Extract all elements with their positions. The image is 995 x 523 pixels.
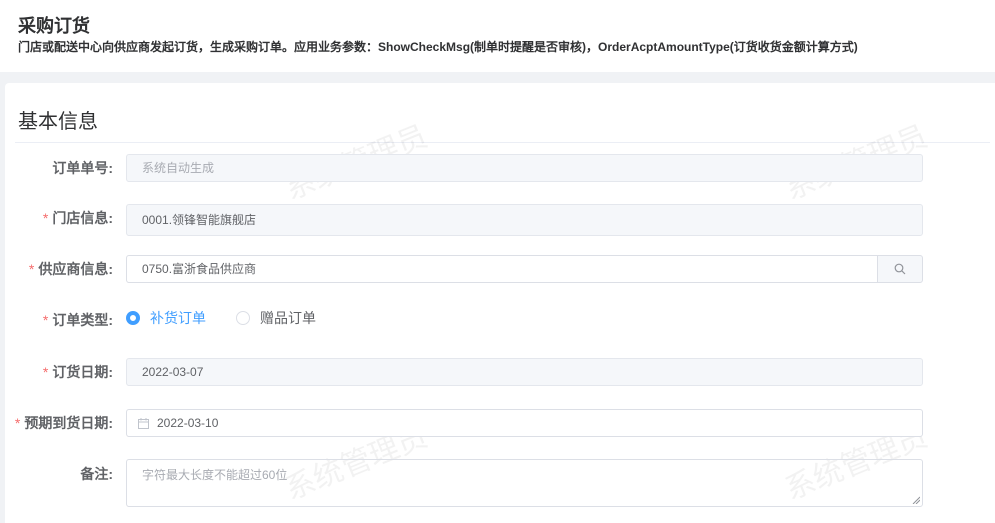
store-input[interactable]: 0001.领锋智能旗舰店 [126,204,923,236]
expected-date-value: 2022-03-10 [157,416,219,430]
page-header: 采购订货 门店或配送中心向供应商发起订货，生成采购订单。应用业务参数：ShowC… [0,0,995,72]
expected-date-label: * 预期到货日期: [14,415,113,431]
section-title: 基本信息 [18,111,98,133]
resize-handle-icon[interactable] [912,496,920,504]
store-value: 0001.领锋智能旗舰店 [142,213,257,227]
order-no-label: 订单单号: [52,160,113,176]
remark-textarea[interactable]: 字符最大长度不能超过60位 [126,459,923,507]
radio-label: 赠品订单 [260,310,316,326]
required-mark: * [42,210,49,226]
order-no-input[interactable]: 系统自动生成 [126,154,923,182]
radio-unchecked-icon [236,311,250,325]
order-no-placeholder: 系统自动生成 [142,161,215,175]
radio-gift-order[interactable]: 赠品订单 [236,308,316,328]
page-description: 门店或配送中心向供应商发起订货，生成采购订单。应用业务参数：ShowCheckM… [18,40,858,54]
supplier-value: 0750.富浙食品供应商 [142,262,257,276]
search-icon [894,263,906,275]
required-mark: * [28,261,35,277]
calendar-icon [138,417,149,429]
radio-label: 补货订单 [150,310,206,326]
remark-placeholder: 字符最大长度不能超过60位 [142,468,288,482]
remark-label: 备注: [80,466,113,482]
order-date-input[interactable]: 2022-03-07 [126,358,923,386]
required-mark: * [14,415,21,431]
radio-checked-icon [126,311,140,325]
order-date-label: * 订货日期: [42,364,113,380]
order-date-value: 2022-03-07 [142,365,204,379]
store-label: * 门店信息: [42,210,113,226]
supplier-search-button[interactable] [877,255,923,283]
order-type-label: * 订单类型: [42,312,113,328]
expected-date-input[interactable]: 2022-03-10 [126,409,923,437]
supplier-label: * 供应商信息: [28,261,113,277]
form-card: 基本信息 系统管理员 系统管理员 系统管理员 系统管理员 订单单号: 系统自动生… [5,83,995,523]
required-mark: * [42,364,49,380]
radio-replenish-order[interactable]: 补货订单 [126,308,206,328]
supplier-input[interactable]: 0750.富浙食品供应商 [126,255,878,283]
page-title: 采购订货 [18,16,90,36]
required-mark: * [42,312,49,328]
section-divider [15,142,990,143]
